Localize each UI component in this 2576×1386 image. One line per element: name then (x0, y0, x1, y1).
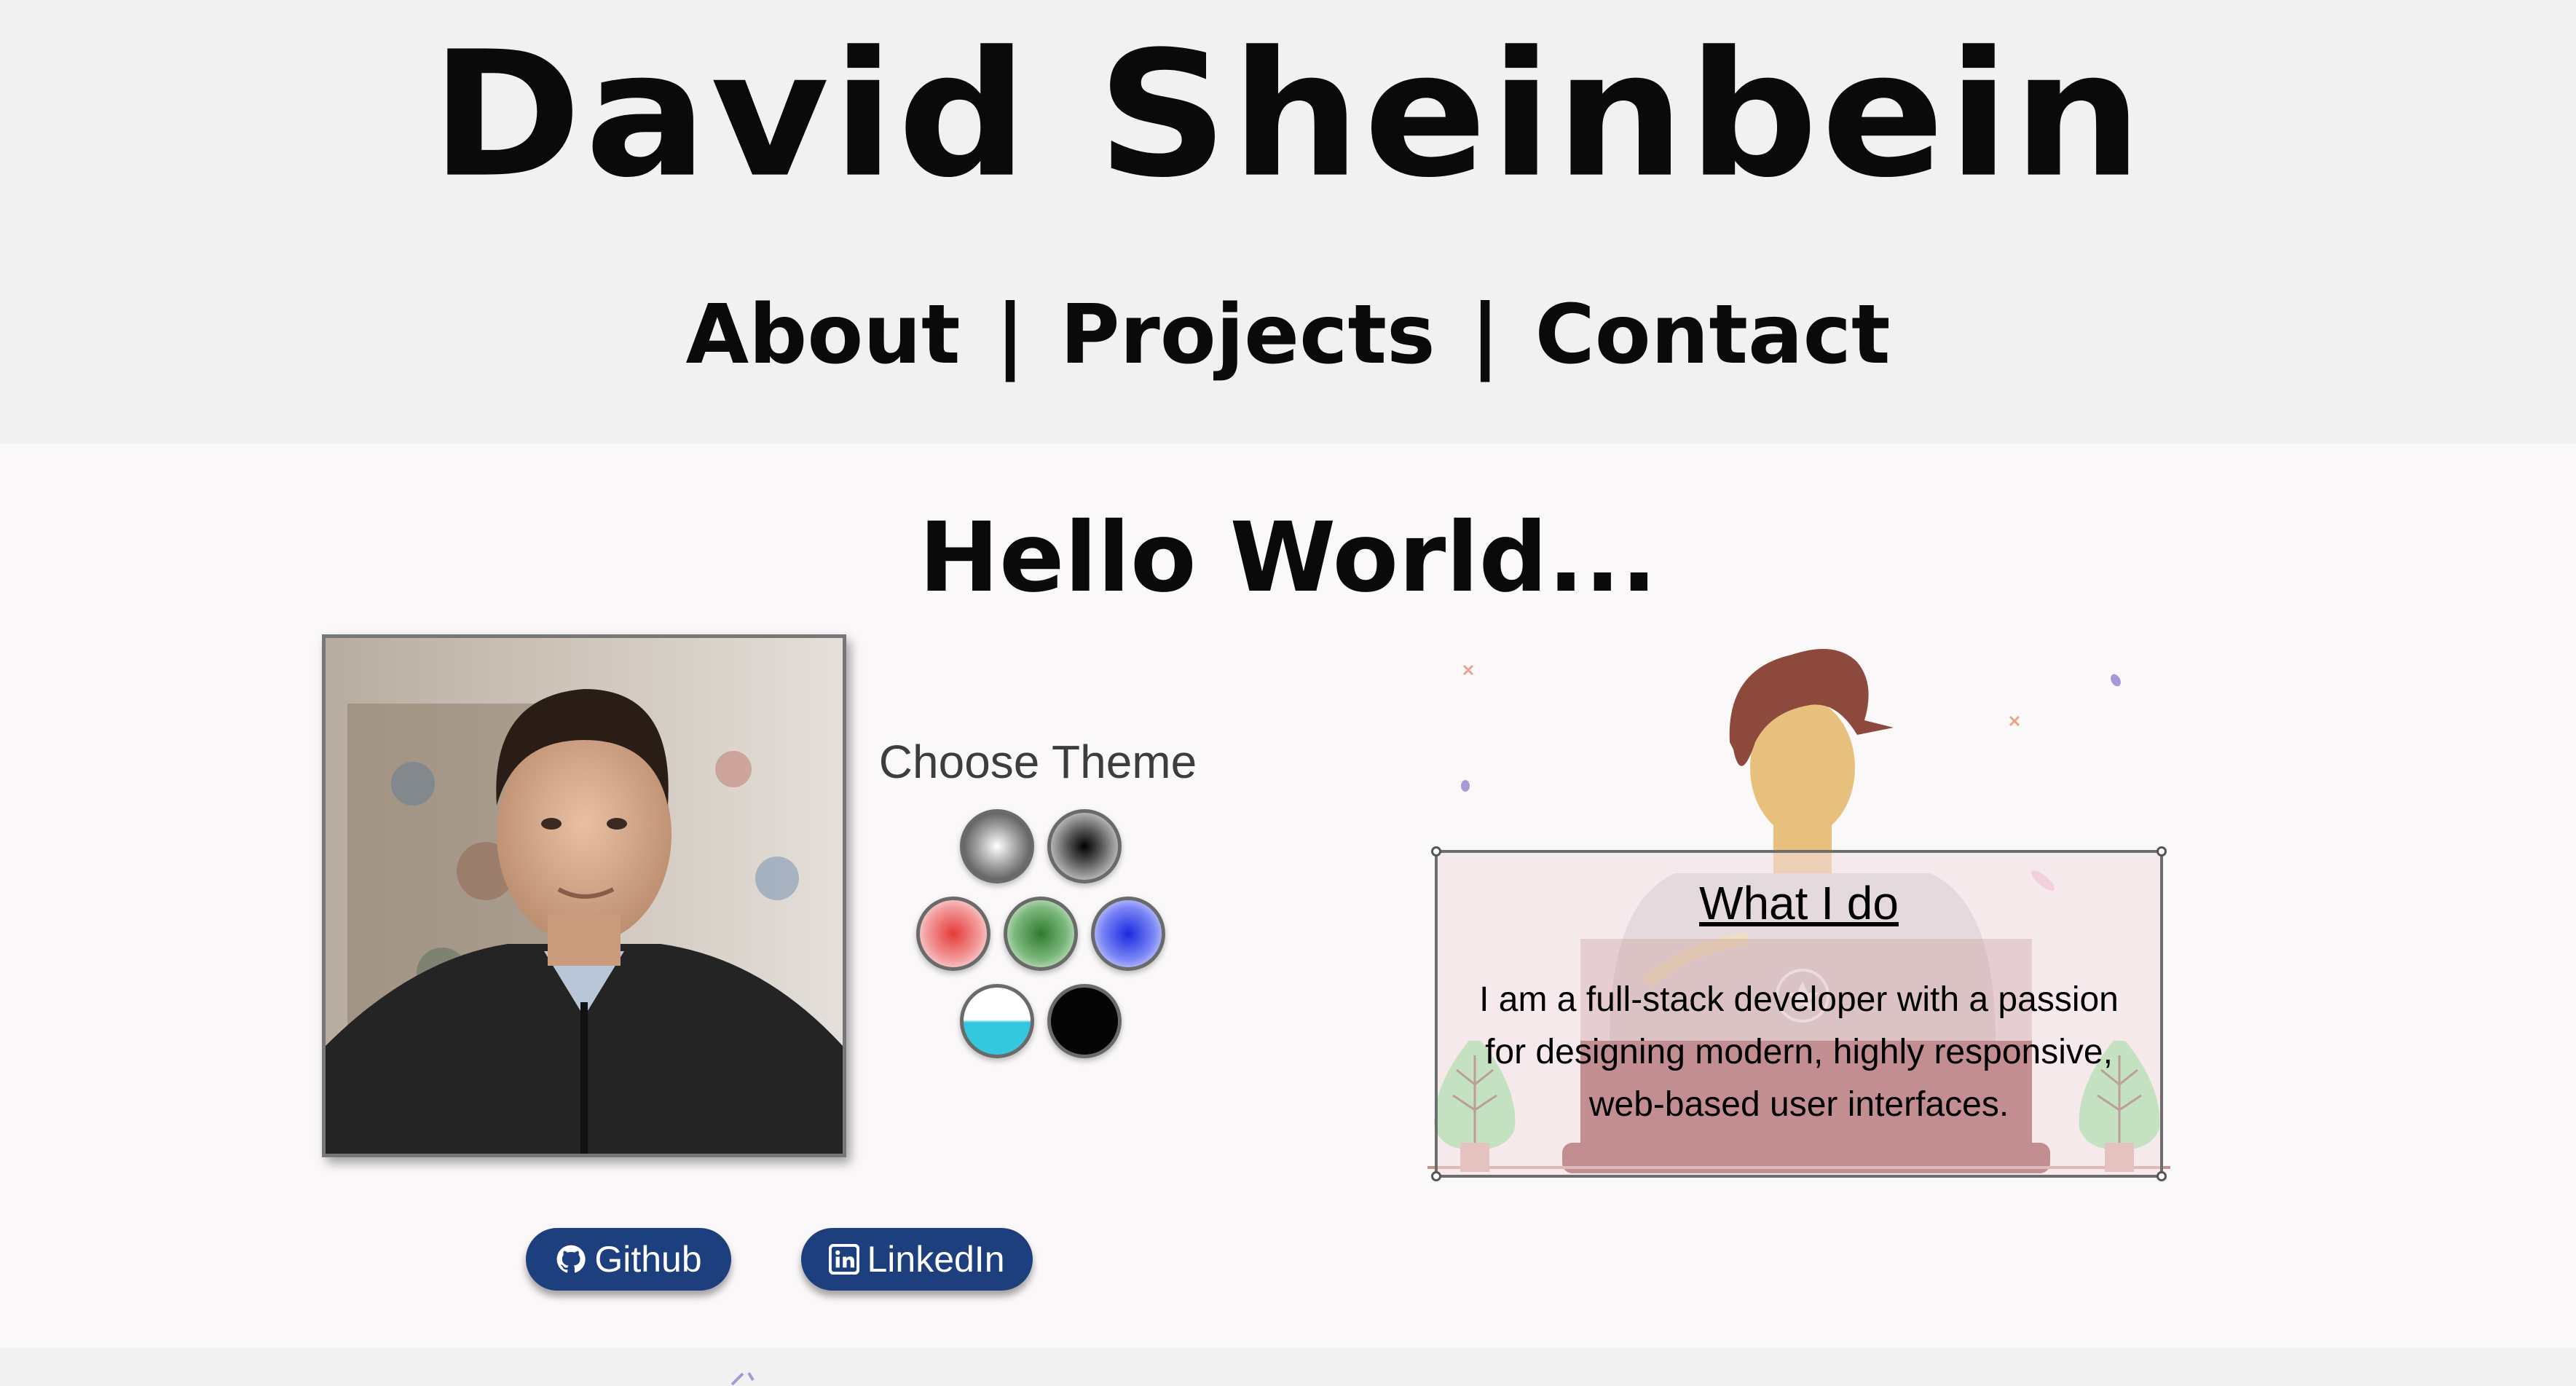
github-label: Github (594, 1239, 702, 1280)
page-footer (0, 1348, 2576, 1386)
what-i-do-card: What I do I am a full-stack developer wi… (1431, 846, 2167, 1181)
theme-swatch-blue[interactable] (1091, 897, 1165, 971)
theme-swatch-dark-gray[interactable] (1047, 809, 1122, 883)
linkedin-icon (829, 1244, 860, 1275)
nav-projects-link[interactable]: Projects (1060, 288, 1435, 382)
card-corner-handle (2156, 846, 2167, 857)
what-i-do-text: I am a full-stack developer with a passi… (1479, 980, 2119, 1124)
theme-swatch-red[interactable] (916, 897, 990, 971)
confetti-decoration (730, 1371, 755, 1386)
theme-swatch-black[interactable] (1047, 984, 1122, 1058)
site-header: David Sheinbein About | Projects | Contact (0, 0, 2576, 444)
github-icon (556, 1245, 586, 1273)
nav-about-link[interactable]: About (685, 288, 960, 382)
site-title: David Sheinbein (430, 14, 2146, 216)
main-nav: About | Projects | Contact (0, 288, 2576, 382)
card-corner-handle (1431, 1171, 1441, 1181)
theme-swatch-green[interactable] (1004, 897, 1078, 971)
nav-separator: | (1470, 288, 1500, 382)
linkedin-button[interactable]: LinkedIn (801, 1228, 1033, 1291)
card-corner-handle (1431, 846, 1441, 857)
nav-separator: | (995, 288, 1025, 382)
theme-swatch-light-gray[interactable] (960, 809, 1034, 883)
github-button[interactable]: Github (526, 1228, 731, 1291)
nav-contact-link[interactable]: Contact (1535, 288, 1891, 382)
card-corner-handle (2156, 1171, 2167, 1181)
linkedin-label: LinkedIn (867, 1239, 1005, 1280)
what-i-do-title: What I do (1699, 877, 1899, 929)
greeting-heading: Hello World... (918, 502, 1658, 614)
main-content: Hello World... Choose Theme Github Linke… (0, 444, 2576, 1348)
profile-photo (322, 634, 846, 1157)
choose-theme-label: Choose Theme (878, 736, 1197, 788)
profile-photo-image (326, 638, 843, 1154)
theme-swatch-cyan[interactable] (960, 984, 1034, 1058)
